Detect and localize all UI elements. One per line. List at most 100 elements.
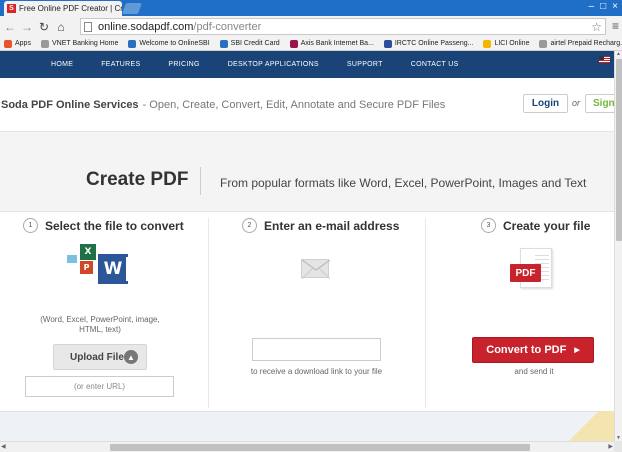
step-1-description: (Word, Excel, PowerPoint, image, HTML, t… <box>40 315 160 334</box>
url-path: /pdf-converter <box>193 20 262 33</box>
brand-subtitle: - Open, Create, Convert, Edit, Annotate … <box>142 98 446 111</box>
bookmark-item[interactable]: LICI Online <box>483 39 530 48</box>
brand-bar: Soda PDF Online Services - Open, Create,… <box>0 78 614 131</box>
excel-icon: X <box>80 244 96 260</box>
upload-icon: ▲ <box>124 350 138 364</box>
scroll-right-icon[interactable]: ▶ <box>608 443 613 450</box>
nav-features[interactable]: FEATURES <box>101 61 140 68</box>
horizontal-scrollbar[interactable]: ◀ ▶ <box>0 441 614 452</box>
vertical-scrollbar[interactable]: ▲ ▼ <box>614 51 622 441</box>
envelope-icon <box>301 259 330 279</box>
step-number: 3 <box>481 218 496 233</box>
convert-to-pdf-button[interactable]: Convert to PDF ▶ <box>472 337 594 363</box>
bookmark-label: IRCTC Online Passeng... <box>394 40 474 47</box>
close-window-icon[interactable]: × <box>612 1 618 12</box>
page-info-icon[interactable] <box>84 21 92 32</box>
home-icon[interactable]: ⌂ <box>54 20 68 34</box>
lic-icon <box>483 39 492 48</box>
scroll-up-icon[interactable]: ▲ <box>616 51 621 57</box>
hero-divider <box>200 167 201 195</box>
bookmark-item[interactable]: IRCTC Online Passeng... <box>383 39 474 48</box>
hero-title: Create PDF <box>86 169 189 190</box>
minimize-icon[interactable]: – <box>589 1 595 12</box>
powerpoint-icon: P <box>80 261 93 274</box>
image-file-icon <box>66 254 78 264</box>
step-2-description: to receive a download link to your file <box>250 367 383 376</box>
step-2-heading: 2 Enter an e-mail address <box>242 218 399 233</box>
apps-grid-icon <box>4 39 12 48</box>
bookmark-item[interactable]: Axis Bank Internet Ba... <box>289 39 374 48</box>
pdf-badge: PDF <box>510 264 541 282</box>
browser-tab[interactable]: S Free Online PDF Creator | Cr × <box>4 1 122 16</box>
bookmark-label: VNET Banking Home <box>51 40 119 47</box>
step-number: 2 <box>242 218 257 233</box>
us-flag-icon[interactable] <box>599 56 610 63</box>
bookmarks-bar: Apps VNET Banking Home Welcome to OnlineSB… <box>0 37 622 51</box>
bookmark-label: Axis Bank Internet Ba... <box>300 40 374 47</box>
step-number: 1 <box>23 218 38 233</box>
word-icon: W <box>98 254 132 284</box>
or-text: or <box>572 98 581 108</box>
hero-subtitle: From popular formats like Word, Excel, P… <box>220 176 587 190</box>
convert-label: Convert to PDF <box>486 344 567 356</box>
login-button[interactable]: Login <box>523 94 568 113</box>
nav-contact-us[interactable]: CONTACT US <box>411 61 459 68</box>
horizontal-scroll-thumb[interactable] <box>110 444 530 451</box>
footer-band <box>0 411 614 441</box>
bookmark-label: airtel Prepaid Recharg... <box>550 40 622 47</box>
bookmark-item[interactable]: VNET Banking Home <box>40 39 119 48</box>
step-title: Create your file <box>503 218 591 233</box>
scrollbar-corner <box>614 441 622 452</box>
url-input[interactable] <box>25 376 174 397</box>
nav-pricing[interactable]: PRICING <box>168 61 199 68</box>
step-title: Select the file to convert <box>45 218 184 233</box>
address-bar[interactable]: online.sodapdf.com/pdf-converter ☆ <box>80 18 606 35</box>
reload-icon[interactable]: ↻ <box>37 20 51 34</box>
step-divider <box>208 218 209 408</box>
page-viewport: HOME FEATURES PRICING DESKTOP APPLICATIO… <box>0 51 614 441</box>
forward-arrow-icon[interactable]: → <box>20 20 34 34</box>
step-title: Enter an e-mail address <box>264 218 400 233</box>
office-formats-icon: X P W <box>66 244 132 286</box>
vertical-scroll-thumb[interactable] <box>616 59 622 241</box>
bookmark-label: LICI Online <box>494 40 530 47</box>
step-divider <box>425 218 426 408</box>
browser-titlebar: S Free Online PDF Creator | Cr × – □ × <box>0 0 622 16</box>
irctc-icon <box>383 39 392 48</box>
nav-support[interactable]: SUPPORT <box>347 61 383 68</box>
bookmark-item[interactable]: Apps <box>4 39 31 48</box>
bookmark-item[interactable]: SBI Credit Card <box>219 39 280 48</box>
arrow-right-icon: ▶ <box>574 347 580 354</box>
step-1-heading: 1 Select the file to convert <box>23 218 184 233</box>
bookmark-item[interactable]: Welcome to OnlineSBI <box>128 39 210 48</box>
steps-section: 1 Select the file to convert X P W (Word… <box>0 211 614 411</box>
bookmark-star-icon[interactable]: ☆ <box>591 20 602 34</box>
axis-icon <box>289 39 298 48</box>
page-icon <box>539 39 548 48</box>
browser-toolbar: ← → ↻ ⌂ online.sodapdf.com/pdf-converter… <box>0 16 622 37</box>
menu-hamburger-icon[interactable]: ≡ <box>612 19 619 33</box>
scroll-left-icon[interactable]: ◀ <box>1 443 6 450</box>
upload-file-button[interactable]: Upload File ▲ <box>53 344 147 370</box>
tab-title: Free Online PDF Creator | Cr <box>19 4 122 13</box>
email-field[interactable] <box>252 338 381 361</box>
upload-label: Upload File <box>70 351 124 363</box>
sbi-icon <box>128 39 137 48</box>
step-3-heading: 3 Create your file <box>481 218 590 233</box>
brand-title: Soda PDF Online Services <box>1 98 139 111</box>
nav-home[interactable]: HOME <box>51 61 73 68</box>
url-host: online.sodapdf.com <box>98 20 194 33</box>
bookmark-item[interactable]: airtel Prepaid Recharg... <box>539 39 622 48</box>
back-arrow-icon[interactable]: ← <box>3 20 17 34</box>
step-3-description: and send it <box>514 367 554 376</box>
bookmark-label: Welcome to OnlineSBI <box>139 40 210 47</box>
bookmark-label: Apps <box>15 40 31 47</box>
new-tab-button[interactable] <box>121 3 143 14</box>
window-controls: – □ × <box>589 1 618 12</box>
soda-favicon-icon: S <box>7 4 16 13</box>
page-icon <box>40 39 49 48</box>
maximize-icon[interactable]: □ <box>600 1 606 12</box>
sbi-icon <box>219 39 228 48</box>
site-nav: HOME FEATURES PRICING DESKTOP APPLICATIO… <box>0 51 614 78</box>
nav-desktop-applications[interactable]: DESKTOP APPLICATIONS <box>228 61 319 68</box>
